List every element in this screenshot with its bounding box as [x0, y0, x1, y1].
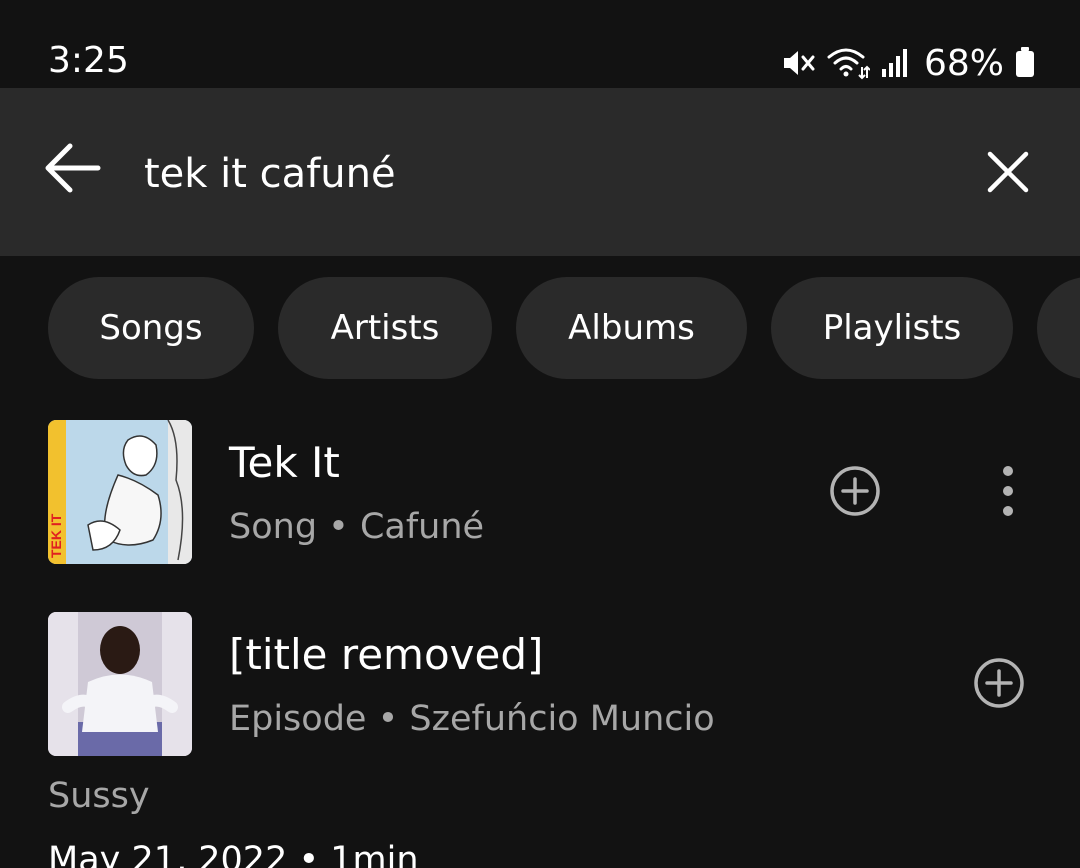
- filter-chip-songs[interactable]: Songs: [48, 277, 254, 379]
- back-button[interactable]: [36, 134, 108, 206]
- result-subtitle: Song • Cafuné: [229, 507, 484, 547]
- add-circle-icon: [829, 465, 881, 521]
- episode-thumbnail: [48, 612, 192, 756]
- search-result-episode[interactable]: [title removed] Episode • Szefuńcio Munc…: [0, 612, 1080, 758]
- close-icon: [986, 150, 1030, 198]
- search-result-song[interactable]: TEK IT Tek It Song • Cafuné: [0, 420, 1080, 566]
- filter-chip-artists[interactable]: Artists: [278, 277, 492, 379]
- search-header: [0, 88, 1080, 256]
- result-subtitle: Episode • Szefuńcio Muncio: [229, 699, 715, 739]
- result-separator: •: [328, 507, 349, 547]
- result-title: Tek It: [229, 438, 340, 487]
- wifi-icon: [826, 45, 870, 81]
- arrow-left-icon: [42, 138, 102, 202]
- filter-chip-albums[interactable]: Albums: [516, 277, 747, 379]
- battery-percentage: 68%: [923, 42, 1004, 84]
- episode-meta: May 21, 2022 • 1min: [48, 840, 419, 868]
- filter-chips: Songs Artists Albums Playlists: [48, 277, 1080, 379]
- album-art-text: TEK IT: [48, 513, 64, 558]
- result-artist: Cafuné: [359, 507, 485, 547]
- filter-chip-playlists[interactable]: Playlists: [771, 277, 1013, 379]
- mute-icon: [780, 45, 816, 81]
- add-episode-button[interactable]: [970, 656, 1028, 714]
- result-artist: Szefuńcio Muncio: [409, 699, 715, 739]
- status-time: 3:25: [48, 40, 129, 81]
- filter-chip-more[interactable]: [1037, 277, 1080, 379]
- search-input[interactable]: [144, 144, 924, 204]
- result-title: [title removed]: [229, 630, 544, 679]
- signal-icon: [880, 45, 910, 81]
- status-bar: 3:25 68%: [0, 0, 1080, 88]
- result-type: Song: [229, 507, 318, 547]
- result-separator: •: [377, 699, 399, 739]
- status-icons: 68%: [780, 40, 1036, 86]
- battery-icon: [1014, 45, 1036, 81]
- episode-description: Sussy: [48, 776, 150, 816]
- album-art-thumbnail: TEK IT: [48, 420, 192, 564]
- clear-search-button[interactable]: [972, 138, 1044, 210]
- result-type: Episode: [229, 699, 367, 739]
- add-circle-icon: [973, 657, 1025, 713]
- add-to-library-button[interactable]: [826, 464, 884, 522]
- more-options-button[interactable]: [986, 460, 1030, 526]
- more-vertical-icon: [1000, 463, 1016, 523]
